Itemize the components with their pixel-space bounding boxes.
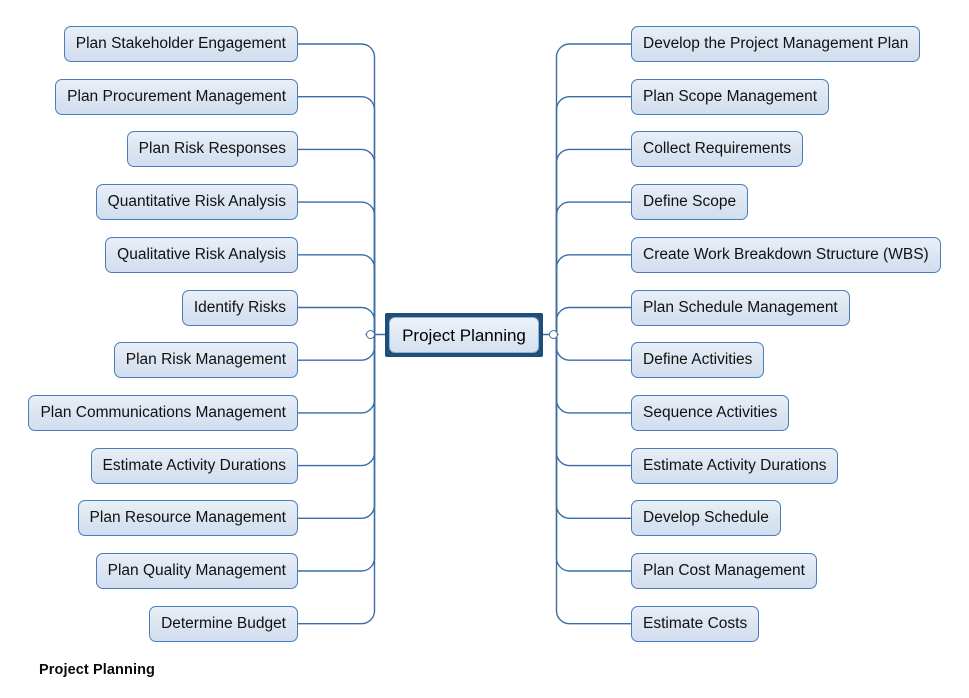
right-node-4[interactable]: Define Scope [631, 184, 749, 221]
right-node-12[interactable]: Estimate Costs [631, 605, 760, 642]
left-node-1[interactable]: Plan Stakeholder Engagement [63, 26, 298, 62]
left-node-4[interactable]: Quantitative Risk Analysis [95, 184, 298, 221]
left-node-9[interactable]: Estimate Activity Durations [90, 447, 298, 484]
right-node-3[interactable]: Collect Requirements [631, 131, 804, 168]
left-node-3[interactable]: Plan Risk Responses [126, 131, 298, 168]
right-node-6[interactable]: Plan Schedule Management [631, 289, 850, 326]
right-node-9[interactable]: Estimate Activity Durations [631, 447, 839, 484]
center-node[interactable]: Project Planning [385, 313, 543, 357]
right-node-8[interactable]: Sequence Activities [631, 394, 790, 431]
left-node-6[interactable]: Identify Risks [181, 289, 298, 326]
left-node-8[interactable]: Plan Communications Management [28, 394, 298, 431]
left-node-2[interactable]: Plan Procurement Management [55, 78, 298, 115]
right-hub-connector-icon [549, 330, 558, 339]
right-node-5[interactable]: Create Work Breakdown Structure (WBS) [631, 236, 941, 273]
left-node-11[interactable]: Plan Quality Management [95, 553, 298, 589]
diagram-caption: Project Planning [39, 662, 156, 678]
left-hub-connector-icon [366, 330, 375, 339]
mind-map-canvas: Plan Stakeholder Engagement Plan Procurem… [0, 0, 969, 698]
right-node-10[interactable]: Develop Schedule [631, 500, 781, 537]
right-node-1[interactable]: Develop the Project Management Plan [631, 26, 921, 62]
right-node-2[interactable]: Plan Scope Management [631, 78, 830, 115]
right-node-7[interactable]: Define Activities [631, 342, 765, 379]
center-node-label: Project Planning [389, 317, 539, 353]
left-node-10[interactable]: Plan Resource Management [77, 500, 298, 537]
right-node-11[interactable]: Plan Cost Management [631, 553, 817, 589]
left-node-5[interactable]: Qualitative Risk Analysis [105, 236, 298, 273]
left-node-7[interactable]: Plan Risk Management [113, 342, 298, 379]
left-node-12[interactable]: Determine Budget [149, 605, 298, 642]
